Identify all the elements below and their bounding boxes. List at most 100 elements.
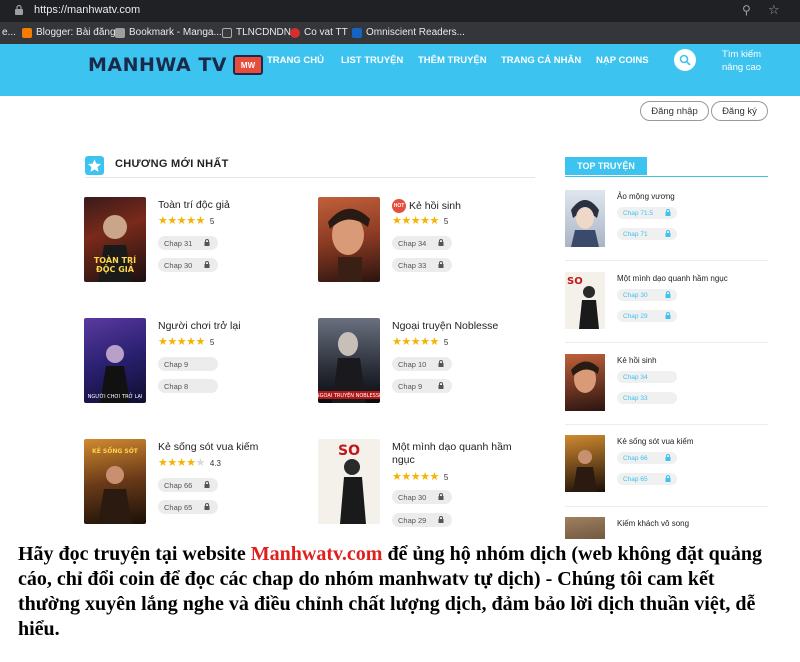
top-item[interactable]: Kẻ hồi sinh Chap 34 Chap 33	[565, 354, 768, 434]
rating-stars: ★★★★★ 5	[392, 336, 449, 348]
chapter-button[interactable]: Chap 71	[617, 228, 677, 240]
top-cover[interactable]	[565, 435, 605, 492]
chapter-button[interactable]: Chap 66	[617, 452, 677, 464]
lock-icon	[15, 4, 23, 15]
manga-title[interactable]: Toàn trí độc giả	[158, 199, 230, 211]
bookmarks-bar: e... Blogger: Bài đăng Bookmark - Manga.…	[0, 22, 800, 44]
lock-icon	[665, 209, 671, 216]
svg-text:TOÀN TRÍ: TOÀN TRÍ	[94, 254, 136, 265]
chapter-button[interactable]: Chap 33	[392, 258, 452, 272]
svg-text:NGƯỜI CHƠI TRỞ LẠI: NGƯỜI CHƠI TRỞ LẠI	[88, 392, 143, 400]
manga-title[interactable]: Một mình dạo quanh hầm ngục	[392, 441, 532, 467]
bookmark-item[interactable]: Omniscient Readers...	[352, 27, 465, 38]
manga-title[interactable]: HOT Kẻ hồi sinh	[392, 199, 461, 213]
register-button[interactable]: Đăng ký	[711, 101, 768, 121]
search-button[interactable]	[674, 49, 696, 71]
bookmark-star-icon[interactable]: ☆	[768, 2, 780, 18]
top-cover[interactable]: SO	[565, 272, 605, 329]
manga-card[interactable]: KẺ SỐNG SÓT Kẻ sống sót vua kiếm ★★★★★ 4.…	[84, 439, 309, 529]
svg-text:SO: SO	[338, 443, 360, 459]
nav-add[interactable]: THÊM TRUYỆN	[418, 55, 487, 66]
bookmark-favicon	[352, 27, 362, 38]
divider	[565, 260, 768, 261]
chapter-button[interactable]: Chap 8	[158, 379, 218, 393]
rating-stars: ★★★★★ 5	[392, 471, 449, 483]
chapter-button[interactable]: Chap 29	[392, 513, 452, 527]
manga-card[interactable]: NGƯỜI CHƠI TRỞ LẠI Người chơi trở lại ★★…	[84, 318, 309, 408]
nav-home[interactable]: TRANG CHỦ	[267, 55, 324, 66]
rating-stars: ★★★★★ 5	[158, 336, 215, 348]
chapter-button[interactable]: Chap 29	[617, 310, 677, 322]
bookmark-item[interactable]: e...	[2, 27, 16, 38]
bookmark-favicon	[222, 27, 232, 38]
manga-cover[interactable]: SO	[318, 439, 380, 524]
manga-title[interactable]: Kẻ sống sót vua kiếm	[158, 441, 258, 453]
bookmark-item[interactable]: Co vat TT	[290, 27, 348, 38]
advanced-search-link[interactable]: Tìm kiếm nâng cao	[722, 48, 761, 74]
manga-title[interactable]: Ngoại truyện Noblesse	[392, 320, 498, 332]
top-title[interactable]: Kẻ hồi sinh	[617, 356, 657, 365]
manga-cover[interactable]	[318, 197, 380, 282]
nav-list[interactable]: LIST TRUYỆN	[341, 55, 403, 66]
notice-site-link[interactable]: Manhwatv.com	[251, 543, 383, 565]
search-icon	[679, 54, 691, 66]
chapter-button[interactable]: Chap 34	[392, 236, 452, 250]
top-item[interactable]: Ảo mộng vương Chap 71.5 Chap 71	[565, 190, 768, 270]
lock-icon	[438, 239, 444, 246]
chapter-button[interactable]: Chap 31	[158, 236, 218, 250]
nav-coins[interactable]: NẠP COINS	[596, 55, 649, 66]
lock-icon	[204, 239, 210, 246]
manga-cover[interactable]: NGƯỜI CHƠI TRỞ LẠI	[84, 318, 146, 403]
lock-icon	[438, 516, 444, 523]
nav-profile[interactable]: TRANG CÁ NHÂN	[501, 55, 581, 66]
bookmark-item[interactable]: Blogger: Bài đăng	[22, 27, 116, 38]
chapter-button[interactable]: Chap 66	[158, 478, 218, 492]
chapter-button[interactable]: Chap 9	[392, 379, 452, 393]
top-item[interactable]: Kẻ sống sót vua kiếm Chap 66 Chap 65	[565, 435, 768, 515]
bookmark-item[interactable]: TLNCDNDN	[222, 27, 291, 38]
manga-cover[interactable]: TOÀN TRÍ ĐỘC GIẢ	[84, 197, 146, 282]
manga-cover[interactable]: KẺ SỐNG SÓT	[84, 439, 146, 524]
manga-title[interactable]: Người chơi trở lại	[158, 320, 241, 332]
top-item[interactable]: SO Một mình dạo quanh hầm ngục Chap 30 C…	[565, 272, 768, 352]
chapter-button[interactable]: Chap 9	[158, 357, 218, 371]
chapter-button[interactable]: Chap 34	[617, 371, 677, 383]
top-title[interactable]: Một mình dạo quanh hầm ngục	[617, 274, 728, 283]
manga-card[interactable]: NGOẠI TRUYỆN NOBLESSE Ngoại truyện Noble…	[318, 318, 543, 408]
url-text[interactable]: https://manhwatv.com	[34, 4, 140, 16]
browser-address-bar[interactable]: https://manhwatv.com ⚲ ☆	[0, 0, 800, 22]
top-heading: TOP TRUYỆN	[565, 157, 647, 175]
star-icon	[85, 156, 104, 175]
bookmark-item[interactable]: Bookmark - Manga...	[115, 27, 222, 38]
chapter-button[interactable]: Chap 71.5	[617, 207, 677, 219]
top-title[interactable]: Ảo mộng vương	[617, 192, 675, 201]
logo-badge: MW	[233, 55, 264, 75]
chapter-button[interactable]: Chap 10	[392, 357, 452, 371]
chapter-button[interactable]: Chap 33	[617, 392, 677, 404]
svg-text:NGOẠI TRUYỆN NOBLESSE: NGOẠI TRUYỆN NOBLESSE	[318, 391, 380, 399]
manga-card[interactable]: TOÀN TRÍ ĐỘC GIẢ Toàn trí độc giả ★★★★★ 5 …	[84, 197, 309, 287]
divider	[85, 177, 535, 178]
lock-icon	[204, 503, 210, 510]
manga-card[interactable]: HOT Kẻ hồi sinh ★★★★★ 5 Chap 34 Chap 33	[318, 197, 543, 287]
lock-icon	[438, 382, 444, 389]
chapter-button[interactable]: Chap 30	[158, 258, 218, 272]
top-title[interactable]: Kiếm khách vô song	[617, 519, 689, 528]
lock-icon	[438, 261, 444, 268]
top-cover[interactable]	[565, 190, 605, 247]
site-logo[interactable]: MANHWA TV MW	[88, 50, 264, 80]
login-button[interactable]: Đăng nhập	[640, 101, 709, 121]
hot-badge: HOT	[392, 199, 406, 213]
manga-cover[interactable]: NGOẠI TRUYỆN NOBLESSE	[318, 318, 380, 403]
chapter-button[interactable]: Chap 65	[158, 500, 218, 514]
svg-text:KẺ SỐNG SÓT: KẺ SỐNG SÓT	[92, 447, 139, 455]
divider	[565, 342, 768, 343]
zoom-icon[interactable]: ⚲	[742, 3, 751, 17]
top-cover[interactable]	[565, 354, 605, 411]
lock-icon	[665, 454, 671, 461]
chapter-button[interactable]: Chap 30	[392, 490, 452, 504]
chapter-button[interactable]: Chap 30	[617, 289, 677, 301]
top-title[interactable]: Kẻ sống sót vua kiếm	[617, 437, 693, 446]
manga-card[interactable]: SO Một mình dạo quanh hầm ngục ★★★★★ 5 Ch…	[318, 439, 543, 529]
chapter-button[interactable]: Chap 65	[617, 473, 677, 485]
